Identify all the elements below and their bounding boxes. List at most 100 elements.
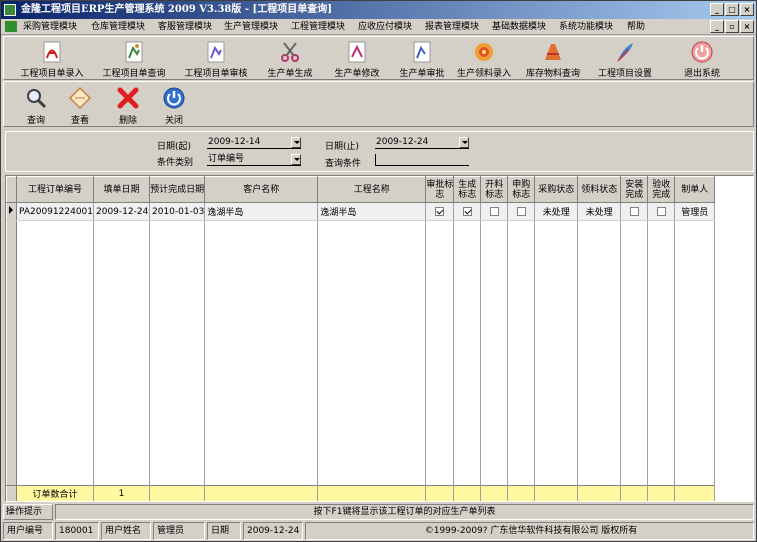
user-name-value: 管理员 <box>153 522 205 540</box>
col-fill-date[interactable]: 填单日期 <box>93 176 150 203</box>
menu-warehouse[interactable]: 仓库管理模块 <box>91 20 145 34</box>
menu-purchase[interactable]: 采购管理模块 <box>23 20 77 34</box>
cell-expected-date[interactable]: 2010-01-03 <box>149 202 206 221</box>
delete-button[interactable]: 删除 <box>108 84 148 126</box>
col-expected-date[interactable]: 预计完成日期 <box>148 176 206 203</box>
col-purchase-status[interactable]: 采购状态 <box>534 176 579 203</box>
cell-fill-date[interactable]: 2009-12-24 <box>93 202 150 221</box>
table-row[interactable]: PA20091224001 2009-12-24 2010-01-03 逸湖半岛… <box>6 202 716 221</box>
empty-cell <box>620 485 649 501</box>
exit-system-button[interactable]: 退出系统 <box>672 39 732 79</box>
view-button[interactable]: 查看 <box>60 84 100 126</box>
power-icon <box>691 41 713 63</box>
minimize-button[interactable]: _ <box>710 3 724 16</box>
cell-order-no[interactable]: PA20091224001 <box>16 202 94 221</box>
menu-production[interactable]: 生产管理模块 <box>224 20 278 34</box>
mdi-child-icon[interactable] <box>5 21 17 32</box>
col-picking-status[interactable]: 领料状态 <box>577 176 622 203</box>
purchase-req-checkbox[interactable] <box>516 206 526 216</box>
cell-generated[interactable] <box>453 202 482 221</box>
query-button[interactable]: 查询 <box>16 84 56 126</box>
mdi-restore-button[interactable]: ▫ <box>725 20 739 33</box>
app-icon[interactable] <box>4 4 16 16</box>
title-bar[interactable]: 金隆工程项目ERP生产管理系统 2009 V3.38版 - [工程项目单查询] … <box>1 1 756 19</box>
chevron-down-icon[interactable] <box>459 137 469 148</box>
order-grid[interactable]: 工程订单编号 填单日期 预计完成日期 客户名称 工程名称 审批标志 生成标志 开… <box>5 175 754 502</box>
col-accepted[interactable]: 验收完成 <box>647 176 676 203</box>
order-query-button[interactable]: 工程项目单查询 <box>96 39 172 79</box>
date-to-picker[interactable]: 2009-12-24 <box>375 137 469 149</box>
close-button[interactable]: × <box>740 3 754 16</box>
stock-query-label: 库存物料查询 <box>525 69 580 79</box>
category-select[interactable]: 订单编号 <box>207 154 301 166</box>
category-value: 订单编号 <box>208 154 245 164</box>
hint-message: 按下F1键将显示该工程订单的对应生产单列表 <box>55 504 754 520</box>
row-indicator[interactable] <box>6 202 17 221</box>
cell-picking-status[interactable]: 未处理 <box>577 202 622 221</box>
image-doc-icon <box>348 41 366 63</box>
cell-purchase-status[interactable]: 未处理 <box>534 202 579 221</box>
col-cut[interactable]: 开料标志 <box>480 176 509 203</box>
empty-cell <box>204 485 319 501</box>
approved-checkbox[interactable] <box>435 206 445 216</box>
col-project[interactable]: 工程名称 <box>317 176 427 203</box>
date-from-value: 2009-12-14 <box>208 137 261 147</box>
prod-approve-label: 生产单审批 <box>399 69 445 79</box>
menu-receivable-payable[interactable]: 应收应付模块 <box>358 20 412 34</box>
material-picking-button[interactable]: 生产领料录入 <box>452 39 516 79</box>
cut-checkbox[interactable] <box>489 206 499 216</box>
col-generated[interactable]: 生成标志 <box>453 176 482 203</box>
cell-project[interactable]: 逸湖半岛 <box>317 202 427 221</box>
cell-customer[interactable]: 逸湖半岛 <box>204 202 319 221</box>
prod-generate-button[interactable]: 生产单生成 <box>258 39 322 79</box>
mdi-close-button[interactable]: × <box>740 20 754 33</box>
empty-area <box>6 220 716 486</box>
action-toolbar: 查询 查看 删除 关闭 <box>3 81 754 127</box>
gear-flower-icon <box>475 43 493 61</box>
menu-engineering[interactable]: 工程管理模块 <box>291 20 345 34</box>
date-from-picker[interactable]: 2009-12-14 <box>207 137 301 149</box>
project-settings-label: 工程项目设置 <box>597 69 652 79</box>
prod-modify-label: 生产单修改 <box>334 69 380 79</box>
menu-help[interactable]: 帮助 <box>627 20 645 34</box>
cell-accepted[interactable] <box>647 202 676 221</box>
chevron-down-icon[interactable] <box>291 154 301 165</box>
empty-cell <box>149 485 206 501</box>
accepted-checkbox[interactable] <box>656 206 666 216</box>
installed-checkbox[interactable] <box>629 206 639 216</box>
menu-reports[interactable]: 报表管理模块 <box>425 20 479 34</box>
cell-creator[interactable]: 管理员 <box>674 202 716 221</box>
order-entry-button[interactable]: 工程项目单录入 <box>10 39 94 79</box>
menu-base-data[interactable]: 基础数据模块 <box>492 20 546 34</box>
cell-cut[interactable] <box>480 202 509 221</box>
cell-installed[interactable] <box>620 202 649 221</box>
maximize-button[interactable]: □ <box>725 3 739 16</box>
status-bar: 用户编号 180001 用户姓名 管理员 日期 2009-12-24 ©1999… <box>3 522 754 540</box>
mdi-minimize-button[interactable]: _ <box>710 20 724 33</box>
col-approved[interactable]: 审批标志 <box>425 176 455 203</box>
app-window: 金隆工程项目ERP生产管理系统 2009 V3.38版 - [工程项目单查询] … <box>0 0 757 542</box>
cell-purchase-req[interactable] <box>507 202 536 221</box>
condition-input[interactable] <box>375 154 469 166</box>
chevron-down-icon[interactable] <box>291 137 301 148</box>
empty-cell <box>577 485 622 501</box>
stock-query-button[interactable]: 库存物料查询 <box>520 39 586 79</box>
col-creator[interactable]: 制单人 <box>674 176 716 203</box>
col-purchase-req[interactable]: 申购标志 <box>507 176 536 203</box>
col-order-no[interactable]: 工程订单编号 <box>16 176 94 203</box>
project-settings-button[interactable]: 工程项目设置 <box>590 39 660 79</box>
generated-checkbox[interactable] <box>462 206 472 216</box>
col-customer[interactable]: 客户名称 <box>204 176 319 203</box>
order-approve-button[interactable]: 工程项目单审核 <box>176 39 256 79</box>
cell-approved[interactable] <box>425 202 455 221</box>
col-installed[interactable]: 安装完成 <box>620 176 649 203</box>
empty-cell <box>674 220 716 486</box>
delete-label: 删除 <box>118 116 137 126</box>
close-form-button[interactable]: 关闭 <box>154 84 194 126</box>
condition-label: 查询条件 <box>325 159 362 169</box>
prod-modify-button[interactable]: 生产单修改 <box>324 39 390 79</box>
menu-customer-service[interactable]: 客服管理模块 <box>158 20 212 34</box>
menu-system[interactable]: 系统功能模块 <box>559 20 613 34</box>
prod-approve-button[interactable]: 生产单审批 <box>392 39 452 79</box>
order-query-label: 工程项目单查询 <box>102 69 166 79</box>
